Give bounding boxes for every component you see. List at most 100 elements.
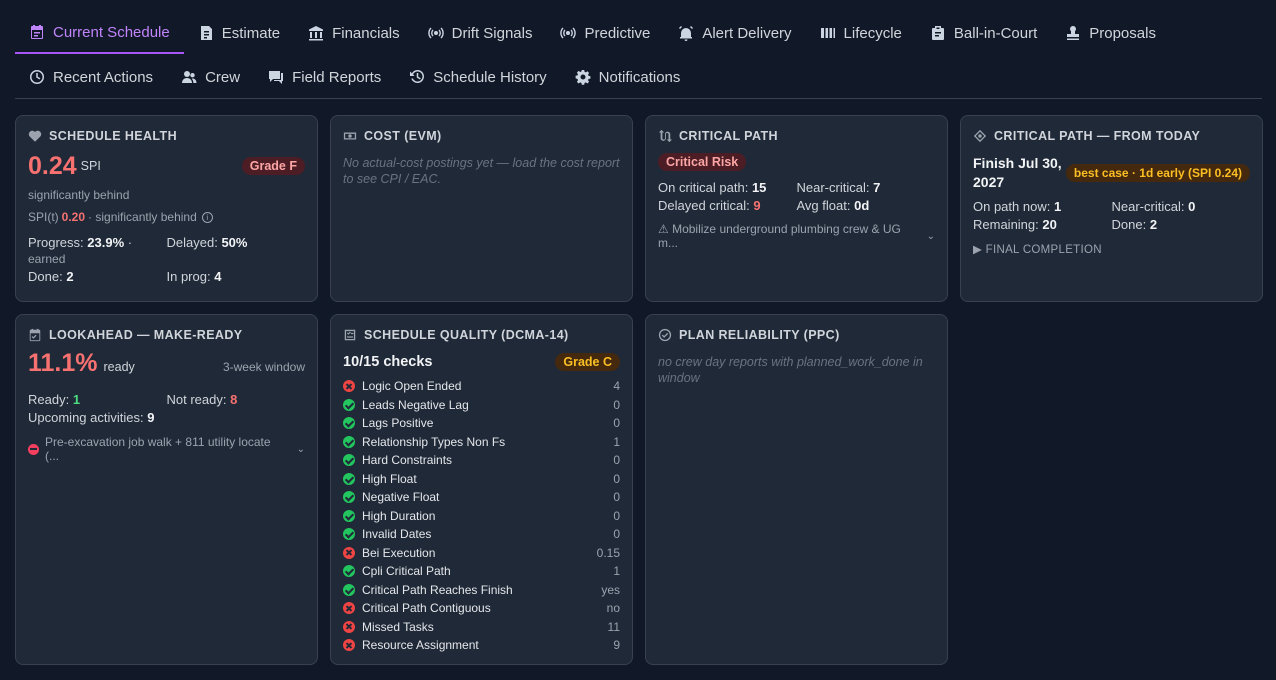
tab-alert-delivery[interactable]: Alert Delivery <box>664 12 805 54</box>
check-label: Relationship Types Non Fs <box>362 434 506 449</box>
tab-current-schedule[interactable]: Current Schedule <box>15 12 184 54</box>
tab-financials[interactable]: Financials <box>294 12 414 54</box>
columns-icon <box>820 28 835 38</box>
check-label: Bei Execution <box>362 545 436 560</box>
tab-drift-signals[interactable]: Drift Signals <box>414 12 547 54</box>
plan-reliability-card: Plan Reliability (PPC) no crew day repor… <box>645 314 948 665</box>
check-value: 1 <box>613 434 620 449</box>
check-value: 4 <box>613 379 620 394</box>
schedule-quality-card: Schedule Quality (DCMA-14) 10/15 checks … <box>330 314 633 665</box>
check-value: 1 <box>613 564 620 579</box>
schedule-health-card: Schedule Health 0.24 SPI Grade F signifi… <box>15 115 318 302</box>
tab-predictive[interactable]: Predictive <box>546 12 664 54</box>
critical-path-card: Critical Path Critical Risk On critical … <box>645 115 948 302</box>
signal-icon <box>427 27 444 39</box>
check-label: Missed Tasks <box>362 619 434 634</box>
tab-crew[interactable]: Crew <box>167 57 254 97</box>
risk-badge: Critical Risk <box>658 153 747 171</box>
dcma-check-row: Bei Execution 0.15 <box>343 544 620 563</box>
check-pass-icon <box>343 509 355 522</box>
check-fail-icon <box>343 620 355 633</box>
checklist-icon <box>344 329 356 341</box>
grade-badge: Grade F <box>241 157 305 175</box>
tab-notifications[interactable]: Notifications <box>561 57 695 97</box>
check-pass-icon <box>343 565 355 578</box>
check-label: Leads Negative Lag <box>362 397 469 412</box>
check-fail-icon <box>343 639 355 652</box>
progress-row: Progress: 23.9% · earned Delayed: 50% <box>28 235 248 266</box>
check-value: 0 <box>613 527 620 542</box>
upcoming-row: Upcoming activities: 9 <box>28 410 155 425</box>
dcma-check-row: Leads Negative Lag 0 <box>343 396 620 415</box>
progress-value: 23.9% <box>87 235 125 250</box>
check-pass-icon <box>343 472 355 485</box>
check-pass-icon <box>343 528 355 541</box>
check-pass-icon <box>343 491 355 504</box>
tab-proposals[interactable]: Proposals <box>1051 12 1170 54</box>
blocker-item[interactable]: Pre-excavation job walk + 811 utility lo… <box>28 435 305 463</box>
check-label: Critical Path Reaches Finish <box>362 582 513 597</box>
check-pass-icon <box>343 454 355 467</box>
chevron-down-icon: ⌄ <box>926 230 935 242</box>
finish-date: Finish Jul 30, 2027 <box>973 155 1062 190</box>
tab-field-reports[interactable]: Field Reports <box>254 57 395 97</box>
primary-tab-bar: Current Schedule Estimate Financials Dri… <box>15 12 1262 54</box>
card-title: Critical Path — From Today <box>973 128 1250 144</box>
card-title: Schedule Quality (DCMA-14) <box>343 327 620 343</box>
cash-icon <box>343 132 357 140</box>
calendar-check-icon <box>29 328 41 342</box>
check-label: Lags Positive <box>362 416 434 431</box>
dcma-check-row: High Duration 0 <box>343 507 620 526</box>
bank-icon <box>309 26 324 41</box>
dcma-check-row: Critical Path Reaches Finish yes <box>343 581 620 600</box>
tab-lifecycle[interactable]: Lifecycle <box>806 12 916 54</box>
tab-ball-in-court[interactable]: Ball-in-Court <box>916 12 1051 54</box>
card-title: Critical Path <box>658 128 935 144</box>
check-value: 0 <box>613 471 620 486</box>
tab-schedule-history[interactable]: Schedule History <box>395 57 560 97</box>
today-stats-row-2: Remaining: 20 Done: 2 <box>973 217 1158 232</box>
check-fail-icon <box>343 546 355 559</box>
critical-path-from-today-card: Critical Path — From Today Finish Jul 30… <box>960 115 1263 302</box>
done-row: Done: 2 In prog: 4 <box>28 269 222 284</box>
check-pass-icon <box>343 435 355 448</box>
check-value: 9 <box>613 638 620 653</box>
check-value: 11 <box>607 619 620 634</box>
final-completion-toggle[interactable]: ▶ FINAL COMPLETION <box>973 242 1250 256</box>
check-label: Invalid Dates <box>362 527 432 542</box>
spit-line: SPI(t) 0.20 · significantly behind i <box>28 210 305 224</box>
clipboard-icon <box>931 26 944 40</box>
heart-icon <box>28 130 42 142</box>
quality-grade-badge: Grade C <box>555 353 620 371</box>
check-pass-icon <box>343 398 355 411</box>
tab-estimate[interactable]: Estimate <box>184 12 294 54</box>
check-value: 0.15 <box>596 545 620 560</box>
dcma-check-list: Logic Open Ended 4 Leads Negative Lag 0 Lags… <box>343 377 620 655</box>
check-pass-icon <box>343 417 355 430</box>
card-title: Schedule Health <box>28 128 305 144</box>
dcma-check-row: Lags Positive 0 <box>343 414 620 433</box>
crew-icon <box>182 71 197 83</box>
dcma-check-row: Missed Tasks 11 <box>343 618 620 637</box>
blocked-icon <box>28 443 39 455</box>
dcma-check-row: Critical Path Contiguous no <box>343 599 620 618</box>
check-label: Cpli Critical Path <box>362 564 451 579</box>
dcma-check-row: Invalid Dates 0 <box>343 525 620 544</box>
check-label: Hard Constraints <box>362 453 453 468</box>
critical-stats-row-2: Delayed critical: 9 Avg float: 0d <box>658 198 870 213</box>
card-title: Lookahead — Make-Ready <box>28 327 305 343</box>
check-label: Critical Path Contiguous <box>362 601 491 616</box>
cost-evm-card: Cost (EVM) No actual-cost postings yet —… <box>330 115 633 302</box>
check-value: yes <box>601 582 620 597</box>
stamp-icon <box>1067 26 1080 40</box>
today-stats-row-1: On path now: 1 Near-critical: 0 <box>973 199 1196 214</box>
critical-warning-item[interactable]: ⚠ Mobilize underground plumbing crew & U… <box>658 222 935 250</box>
window-label: 3-week window <box>222 360 305 374</box>
check-label: Resource Assignment <box>362 638 479 653</box>
cost-empty-text: No actual-cost postings yet — load the c… <box>343 156 620 186</box>
lookahead-card: Lookahead — Make-Ready 11.1% ready 3-wee… <box>15 314 318 665</box>
check-label: High Duration <box>362 508 436 523</box>
info-icon[interactable]: i <box>201 211 213 223</box>
crosshair-icon <box>973 129 987 143</box>
tab-recent-actions[interactable]: Recent Actions <box>15 57 167 97</box>
